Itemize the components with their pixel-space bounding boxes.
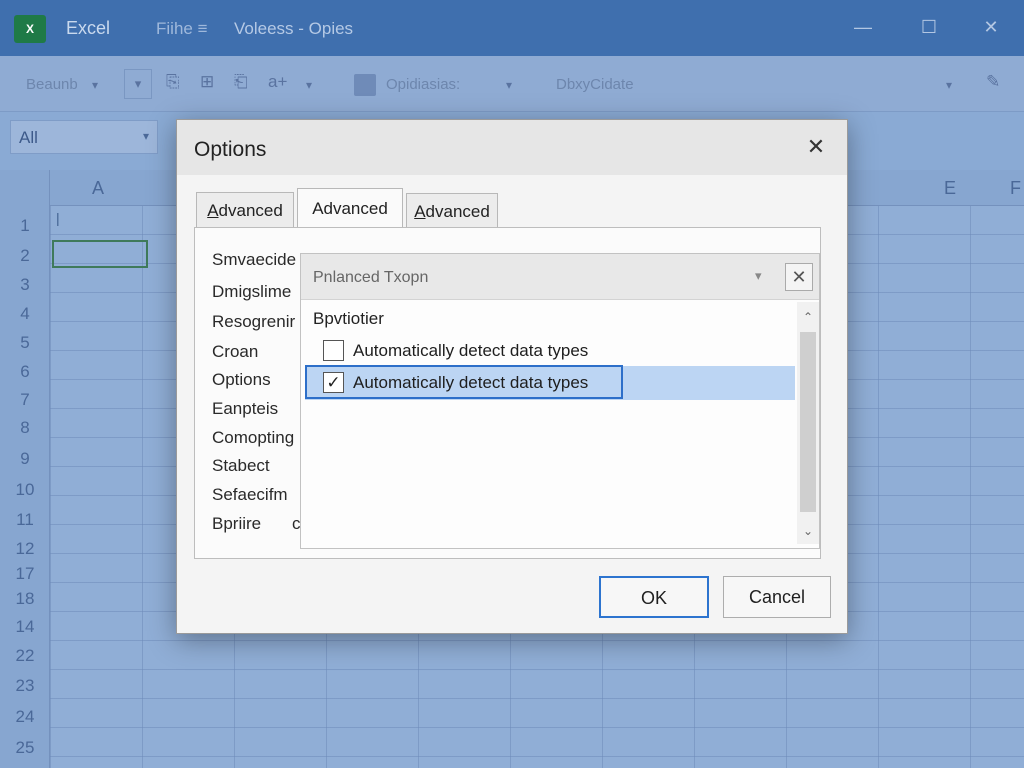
- category-item[interactable]: Sefaecifm: [212, 485, 300, 505]
- row-headers: 1 2 3 4 5 6 7 8 9 10 11 12 17 18 14 22 2…: [0, 170, 50, 768]
- row-header[interactable]: 3: [0, 275, 50, 295]
- category-item[interactable]: Eanpteis: [212, 399, 300, 419]
- subpanel-header: Pnlanced Txopn ▾ ✕: [301, 254, 819, 300]
- scroll-up-icon[interactable]: ⌃: [797, 306, 819, 328]
- category-item[interactable]: Smvaecide: [212, 250, 300, 270]
- minimize-button[interactable]: —: [848, 14, 878, 40]
- name-box-dropdown-icon[interactable]: ▾: [143, 129, 149, 143]
- subpanel-dropdown-icon[interactable]: ▾: [755, 268, 762, 284]
- row-header[interactable]: 25: [0, 738, 50, 758]
- subpanel-title: Pnlanced Txopn: [313, 269, 429, 286]
- row-header[interactable]: 12: [0, 539, 50, 559]
- row-header[interactable]: 2: [0, 246, 50, 266]
- excel-logo-icon: X: [14, 15, 46, 43]
- category-item[interactable]: Bpriire: [212, 514, 272, 534]
- dialog-title: Options: [194, 138, 267, 161]
- category-item[interactable]: Comopting: [212, 428, 300, 448]
- detect-types-label-1: Automatically detect data types: [353, 341, 589, 360]
- row-header[interactable]: 7: [0, 390, 50, 410]
- tab-advanced-3-mnemonic: A: [414, 202, 426, 221]
- row-header[interactable]: 9: [0, 449, 50, 469]
- row-header[interactable]: 22: [0, 646, 50, 666]
- category-item[interactable]: Croan: [212, 342, 300, 362]
- ok-button[interactable]: OK: [599, 576, 709, 618]
- column-header-f[interactable]: F: [1010, 178, 1021, 199]
- options-dialog: Options ✕ Advanced Advanced Advanced Smv…: [176, 119, 848, 634]
- cell-cursor-icon: |: [56, 210, 60, 226]
- ribbon: Beaunb ▾ ▾ ⎘ ⊞ ⎗ a+ ▾ Opidiasias: ▾ Dbxy…: [0, 56, 1024, 112]
- ribbon-right-label[interactable]: DbxyCidate: [556, 76, 634, 93]
- tools-dropdown-icon[interactable]: ▾: [306, 78, 312, 92]
- row-header[interactable]: 6: [0, 362, 50, 382]
- name-box-value: All: [19, 128, 38, 147]
- detect-types-checkbox-1[interactable]: [323, 340, 344, 361]
- tab-advanced-3[interactable]: Advanced: [406, 193, 498, 229]
- options-dropdown-icon[interactable]: ▾: [506, 78, 512, 92]
- detect-types-checkbox-2[interactable]: ✓: [323, 372, 344, 393]
- row-header[interactable]: 24: [0, 707, 50, 727]
- tab-advanced-1-mnemonic: A: [207, 201, 219, 220]
- row-header[interactable]: 23: [0, 676, 50, 696]
- detect-types-label-2: Automatically detect data types: [353, 373, 589, 392]
- window-title: Voleess - Opies: [234, 19, 354, 38]
- category-item[interactable]: Resogrenir: [212, 312, 300, 332]
- row-header[interactable]: 11: [0, 510, 50, 530]
- tab-advanced-1-label: dvanced: [218, 201, 283, 220]
- category-item[interactable]: Options: [212, 370, 300, 390]
- name-box[interactable]: All ▾: [10, 120, 158, 154]
- row-header[interactable]: 10: [0, 480, 50, 500]
- tab-advanced-3-label: dvanced: [425, 202, 490, 221]
- window-close-button[interactable]: ✕: [976, 14, 1006, 40]
- dialog-title-bar: Options ✕: [177, 120, 847, 175]
- active-cell[interactable]: [52, 240, 148, 268]
- row-header[interactable]: 8: [0, 418, 50, 438]
- options-icon[interactable]: [354, 74, 376, 96]
- tab-advanced-2-label: Advanced: [312, 199, 388, 218]
- row-header[interactable]: 17: [0, 564, 50, 584]
- column-header-e[interactable]: E: [944, 178, 956, 199]
- maximize-button[interactable]: ☐: [914, 14, 944, 40]
- cancel-button[interactable]: Cancel: [723, 576, 831, 618]
- ribbon-font-box[interactable]: Beaunb: [26, 76, 78, 93]
- paste-icon[interactable]: ⎗: [234, 72, 248, 92]
- scroll-down-icon[interactable]: ⌄: [797, 520, 819, 542]
- dialog-close-icon[interactable]: ✕: [801, 132, 831, 162]
- advanced-options-subpanel: Pnlanced Txopn ▾ ✕ Bpvtiotier Automatica…: [300, 253, 820, 549]
- grid-icon[interactable]: ⊞: [200, 72, 214, 92]
- row-header[interactable]: 4: [0, 304, 50, 324]
- subpanel-close-icon[interactable]: ✕: [785, 263, 813, 291]
- subpanel-group-label: Bpvtiotier: [313, 309, 384, 328]
- scroll-thumb[interactable]: [800, 332, 816, 512]
- column-header-a[interactable]: A: [92, 178, 104, 199]
- option-row-detect-types-1[interactable]: Automatically detect data types: [305, 334, 795, 368]
- option-row-detect-types-2-focus[interactable]: ✓ Automatically detect data types: [305, 365, 623, 399]
- tab-advanced-1[interactable]: Advanced: [196, 192, 294, 228]
- row-header[interactable]: 18: [0, 589, 50, 609]
- tab-advanced-2[interactable]: Advanced: [297, 188, 403, 230]
- row-header[interactable]: 1: [0, 216, 50, 236]
- title-bar: X Excel Fiihe ≡ Voleess - Opies — ☐ ✕: [0, 0, 1024, 56]
- ribbon-dropdown-button[interactable]: ▾: [124, 69, 152, 99]
- ribbon-options-label[interactable]: Opidiasias:: [386, 76, 460, 93]
- row-header[interactable]: 14: [0, 617, 50, 637]
- app-name: Excel: [66, 18, 111, 38]
- category-item[interactable]: Stabect: [212, 456, 300, 476]
- ribbon-right-dropdown-icon[interactable]: ▾: [946, 78, 952, 92]
- row-header[interactable]: 5: [0, 333, 50, 353]
- ribbon-font-dropdown-icon[interactable]: ▾: [92, 78, 98, 92]
- category-item[interactable]: Dmigslime: [212, 282, 300, 302]
- add-text-icon[interactable]: a+: [268, 72, 287, 92]
- copy-icon[interactable]: ⎘: [166, 72, 180, 92]
- pen-icon[interactable]: ✎: [986, 72, 1000, 92]
- file-menu[interactable]: Fiihe ≡: [156, 19, 208, 39]
- subpanel-scrollbar[interactable]: ⌃ ⌄: [797, 302, 819, 544]
